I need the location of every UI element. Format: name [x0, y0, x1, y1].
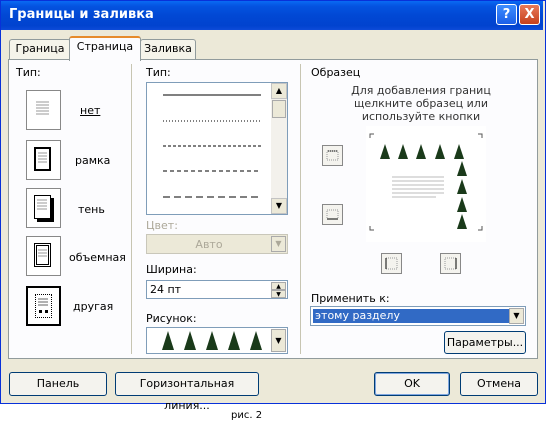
left-border-button[interactable] [381, 253, 402, 274]
color-label: Цвет: [146, 219, 178, 232]
line-style-samples [163, 94, 261, 198]
preview-page-icon [369, 133, 483, 231]
option-3d[interactable] [26, 236, 61, 276]
figure-caption: рис. 2 [231, 410, 263, 421]
divider-right [300, 64, 301, 354]
tab-page[interactable]: Страница [69, 36, 141, 61]
width-label: Ширина: [146, 263, 197, 276]
option-box[interactable] [26, 140, 61, 180]
spin-down-icon[interactable]: ▼ [271, 290, 286, 298]
scroll-down-icon[interactable]: ▼ [271, 198, 287, 214]
top-border-button[interactable] [322, 145, 343, 166]
option-shadow[interactable] [26, 188, 61, 228]
chevron-down-icon[interactable]: ▼ [509, 308, 524, 324]
width-field[interactable]: 24 пт ▲ ▼ [146, 280, 288, 299]
line-style-label: Тип: [146, 66, 171, 79]
right-border-button[interactable] [440, 253, 461, 274]
panel-button[interactable]: Панель [9, 372, 107, 396]
type-label: Тип: [16, 66, 41, 79]
apply-to-select[interactable]: этому разделу ▼ [310, 306, 526, 326]
option-custom-label[interactable]: другая [73, 300, 113, 313]
chevron-down-icon: ▼ [271, 236, 286, 252]
page-custom-icon [38, 298, 48, 313]
color-value: Авто [195, 238, 223, 251]
help-button[interactable]: ? [496, 4, 517, 25]
preview-hint: Для добавления границ щелкните образец и… [351, 84, 491, 123]
page-box-icon [38, 152, 47, 163]
close-button[interactable]: X [519, 4, 540, 25]
scroll-thumb[interactable] [272, 100, 286, 118]
scroll-up-icon[interactable]: ▲ [271, 83, 287, 99]
page-shadow-icon [37, 199, 47, 210]
width-value: 24 пт [150, 283, 182, 296]
page-3d-icon [38, 249, 47, 257]
tab-border[interactable]: Граница [9, 39, 71, 59]
spin-up-icon[interactable]: ▲ [271, 282, 286, 290]
ok-button[interactable]: OK [374, 372, 450, 396]
dialog-title: Границы и заливка [9, 7, 154, 22]
tab-shading[interactable]: Заливка [140, 39, 196, 59]
art-select[interactable]: ▼ [146, 327, 288, 354]
page-none-icon [36, 101, 49, 115]
left-border-icon [385, 257, 398, 270]
option-shadow-label[interactable]: тень [78, 203, 105, 216]
horizontal-line-button[interactable]: Горизонтальная линия... [115, 372, 259, 412]
line-style-list[interactable]: ▲ ▼ [146, 82, 288, 215]
right-border-icon [444, 257, 457, 270]
apply-to-value: этому разделу [313, 309, 509, 323]
chevron-down-icon[interactable]: ▼ [271, 329, 286, 352]
option-none-label[interactable]: нет [80, 104, 100, 117]
color-select: Авто ▼ [146, 234, 288, 254]
tree-art-icon [162, 331, 262, 350]
preview-area[interactable] [366, 126, 486, 242]
top-border-icon [326, 150, 339, 161]
options-button[interactable]: Параметры... [444, 331, 526, 354]
bottom-border-icon [326, 209, 339, 220]
preview-title: Образец [311, 66, 361, 79]
option-none[interactable] [26, 90, 61, 130]
option-3d-label[interactable]: объемная [69, 251, 126, 264]
line-style-scrollbar[interactable]: ▲ ▼ [271, 83, 287, 214]
option-box-label[interactable]: рамка [75, 154, 110, 167]
divider-left [131, 64, 132, 354]
cancel-button[interactable]: Отмена [460, 372, 538, 396]
option-custom[interactable] [26, 286, 61, 326]
bottom-border-button[interactable] [322, 204, 343, 225]
art-label: Рисунок: [146, 312, 197, 325]
apply-to-label: Применить к: [311, 292, 390, 305]
